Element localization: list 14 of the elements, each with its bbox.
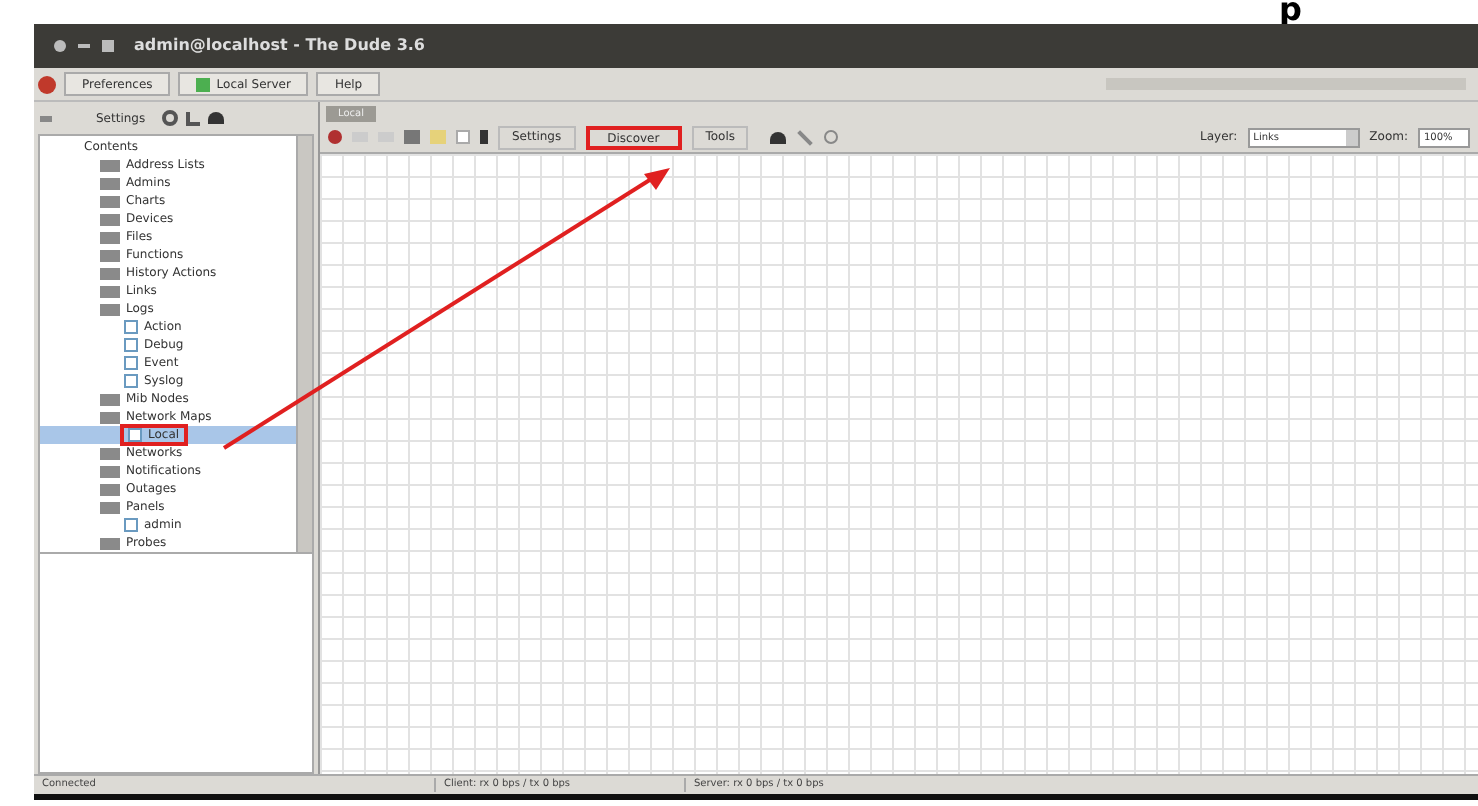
maximize-icon	[102, 40, 114, 52]
close-icon	[54, 40, 66, 52]
scrollbar[interactable]	[296, 136, 312, 552]
logo-icon	[38, 75, 56, 93]
document-icon	[124, 518, 138, 532]
stop-icon	[328, 130, 342, 144]
square-icon	[456, 130, 470, 144]
note-icon	[430, 130, 446, 144]
server-icon	[196, 77, 211, 91]
minimize-icon	[78, 44, 90, 48]
document-icon	[128, 428, 142, 442]
window-title: admin@localhost - The Dude 3.6	[134, 34, 425, 58]
map-canvas[interactable]	[320, 154, 1478, 774]
folder-icon	[100, 537, 120, 549]
